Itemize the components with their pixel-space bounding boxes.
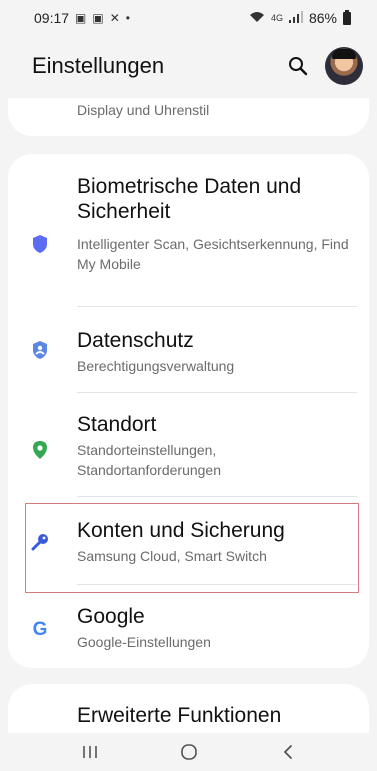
settings-card: Biometrische Daten und Sicherheit Intell… — [8, 154, 369, 668]
signal-icon — [288, 10, 303, 26]
network-type-label: 4G — [270, 13, 283, 23]
list-item-privacy[interactable]: Datenschutz Berechtigungsverwaltung — [8, 320, 369, 384]
notification-icon: ▣ — [75, 11, 87, 25]
wifi-icon — [249, 11, 265, 26]
notification-icon: ▣ — [92, 11, 104, 25]
status-time: 09:17 — [34, 10, 70, 26]
google-icon: G — [32, 619, 48, 640]
battery-icon — [343, 9, 351, 25]
status-left: 09:17 ▣ ▣ ✕ • — [34, 10, 130, 26]
status-bar: 09:17 ▣ ▣ ✕ • 4G 86% — [0, 0, 377, 36]
settings-card-top: Display und Uhrenstil — [8, 98, 369, 136]
header-actions — [285, 47, 363, 85]
app-header: Einstellungen — [0, 36, 377, 96]
back-icon[interactable] — [268, 737, 308, 767]
item-subtitle: Samsung Cloud, Smart Switch — [77, 548, 267, 564]
list-item-location[interactable]: Standort Standorteinstellungen, Standort… — [8, 406, 369, 488]
shield-icon — [30, 234, 50, 254]
display-subtitle[interactable]: Display und Uhrenstil — [77, 102, 209, 118]
home-icon[interactable] — [169, 737, 209, 767]
divider — [77, 392, 357, 393]
item-subtitle: Intelligenter Scan, Gesichtserkennung, F… — [77, 236, 349, 272]
item-subtitle: Berechtigungsverwaltung — [77, 358, 235, 374]
list-item-google[interactable]: G Google Google-Einstellungen — [8, 598, 369, 662]
battery-percent: 86% — [308, 10, 337, 26]
list-item-accounts-backup[interactable]: Konten und Sicherung Samsung Cloud, Smar… — [8, 512, 369, 576]
divider — [77, 584, 357, 585]
item-title: Standort — [77, 413, 157, 436]
item-title: Biometrische Daten und Sicherheit — [77, 175, 302, 223]
item-title: Google — [77, 605, 145, 628]
privacy-shield-icon — [30, 340, 50, 360]
list-item-biometrics[interactable]: Biometrische Daten und Sicherheit Intell… — [8, 168, 369, 302]
navigation-bar — [0, 733, 377, 771]
item-title: Konten und Sicherung — [77, 519, 285, 542]
missed-call-icon: ✕ — [109, 11, 120, 25]
status-right: 4G 86% — [249, 9, 351, 26]
item-subtitle: Google-Einstellungen — [77, 634, 211, 650]
divider — [77, 306, 357, 307]
location-pin-icon — [30, 440, 50, 460]
page-title: Einstellungen — [32, 53, 165, 78]
key-icon — [30, 532, 50, 552]
advanced-features-title[interactable]: Erweiterte Funktionen — [77, 704, 281, 728]
more-notifications-icon: • — [125, 11, 130, 25]
divider — [77, 496, 357, 497]
recent-apps-icon[interactable] — [70, 737, 110, 767]
avatar[interactable] — [325, 47, 363, 85]
item-subtitle: Standorteinstellungen, Standortanforderu… — [77, 442, 221, 478]
item-title: Datenschutz — [77, 329, 194, 352]
search-icon[interactable] — [285, 53, 311, 79]
